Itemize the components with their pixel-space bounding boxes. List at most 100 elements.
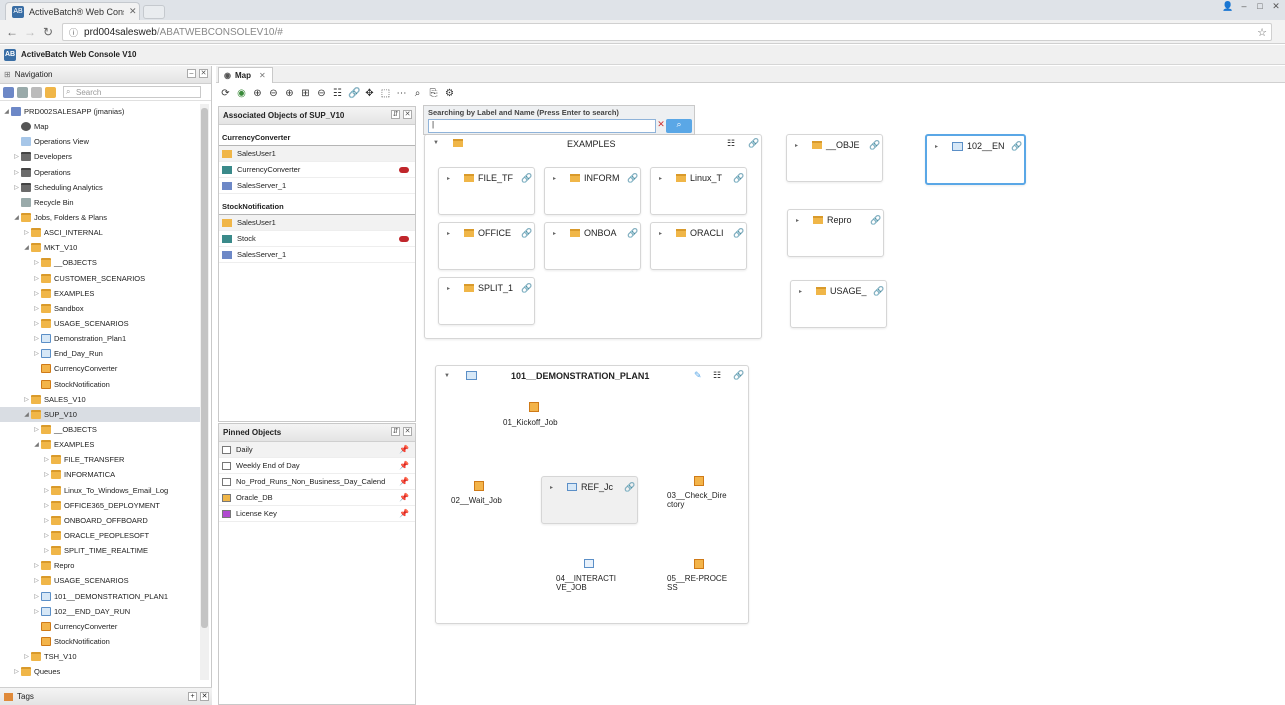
wait-job-label[interactable]: 02__Wait_Job <box>451 496 502 505</box>
refresh-icon[interactable]: ⟳ <box>220 88 231 99</box>
tags-close-icon[interactable]: ✕ <box>200 692 209 701</box>
tree-item[interactable]: ▷ End_Day_Run <box>0 346 200 361</box>
close-associated-icon[interactable]: ✕ <box>403 110 412 119</box>
check-directory-job-label[interactable]: 03__Check_Dire ctory <box>667 491 735 509</box>
tree-item[interactable]: ▷ FILE_TRANSFER <box>0 452 200 467</box>
tree-item[interactable]: StockNotification <box>0 377 200 392</box>
interactive-job-label[interactable]: 04__INTERACTI VE_JOB <box>556 574 626 592</box>
ref-job-box[interactable]: ▸ REF_Jc 🔗 <box>541 476 638 524</box>
address-input[interactable]: ⓘ prd004salesweb/ABATWEBCONSOLEV10/# ☆ <box>62 23 1272 41</box>
collapsed-arrow-icon[interactable]: ▷ <box>42 487 51 494</box>
link-icon[interactable]: 🔗 <box>624 482 635 493</box>
examples-child-folder-box[interactable]: ▸ Linux_T 🔗 <box>650 167 747 215</box>
tree-item[interactable]: CurrencyConverter <box>0 619 200 634</box>
collapsed-arrow-icon[interactable]: ▷ <box>32 259 41 266</box>
tree-item[interactable]: ▷ Developers <box>0 149 200 164</box>
tree-item[interactable]: ▷ USAGE_SCENARIOS <box>0 316 200 331</box>
expanded-arrow-icon[interactable]: ◢ <box>12 214 21 221</box>
collapsed-arrow-icon[interactable]: ▷ <box>32 562 41 569</box>
collapsed-arrow-icon[interactable]: ▷ <box>42 547 51 554</box>
associated-item[interactable]: CurrencyConverter <box>219 162 415 178</box>
copy-icon[interactable]: ⎘ <box>428 88 439 99</box>
layout-icon[interactable]: ☷ <box>727 138 735 149</box>
tree-item[interactable]: ▷ CUSTOMER_SCENARIOS <box>0 271 200 286</box>
zoom-in-icon[interactable]: ⊕ <box>284 88 295 99</box>
link-icon[interactable]: 🔗 <box>733 228 744 239</box>
collapsed-arrow-icon[interactable]: ▷ <box>32 305 41 312</box>
collapsed-arrow-icon[interactable]: ▷ <box>32 320 41 327</box>
pin-icon[interactable]: 📌 <box>399 461 409 470</box>
tree-item[interactable]: ▷ 101__DEMONSTRATION_PLAN1 <box>0 589 200 604</box>
expand-icon[interactable]: ▸ <box>447 175 450 182</box>
objects-folder-box[interactable]: ▸ __OBJE 🔗 <box>786 134 883 182</box>
collapsed-arrow-icon[interactable]: ▷ <box>32 290 41 297</box>
pin-icon[interactable]: 📌 <box>399 493 409 502</box>
tree-item[interactable]: ▷ Linux_To_Windows_Email_Log <box>0 483 200 498</box>
close-window-icon[interactable]: ✕ <box>1269 1 1283 13</box>
link-icon[interactable]: 🔗 <box>869 140 880 151</box>
add-icon[interactable]: ⊕ <box>252 88 263 99</box>
forward-icon[interactable]: → <box>24 25 36 39</box>
search-button[interactable]: ⌕ <box>666 119 692 133</box>
reprocess-job-icon[interactable] <box>694 559 704 569</box>
search-map-icon[interactable]: ⌕ <box>412 88 423 99</box>
pin-icon[interactable]: 📌 <box>399 445 409 454</box>
collapsed-arrow-icon[interactable]: ▷ <box>32 608 41 615</box>
pin-icon[interactable]: 📌 <box>399 509 409 518</box>
map-search-input[interactable]: | <box>428 119 656 133</box>
dock-icon[interactable]: ⇵ <box>391 427 400 436</box>
link-icon[interactable]: 🔗 <box>733 173 744 184</box>
minimize-panel-icon[interactable]: – <box>187 69 196 78</box>
collapsed-arrow-icon[interactable]: ▷ <box>32 335 41 342</box>
expand-icon[interactable]: ▸ <box>553 230 556 237</box>
close-panel-icon[interactable]: ✕ <box>199 69 208 78</box>
collapse-icon[interactable]: ▼ <box>444 373 450 379</box>
pinned-item[interactable]: Daily 📌 <box>219 442 415 458</box>
tree-item[interactable]: ▷ Operations <box>0 165 200 180</box>
reprocess-job-label[interactable]: 05__RE-PROCE SS <box>667 574 733 592</box>
select-icon[interactable]: ⬚ <box>380 88 391 99</box>
tree-item[interactable]: ▷ ORACLE_PEOPLESOFT <box>0 528 200 543</box>
link-icon[interactable]: 🔗 <box>521 283 532 294</box>
link-icon[interactable]: 🔗 <box>348 88 360 99</box>
link-icon[interactable]: 🔗 <box>870 215 881 226</box>
interactive-job-icon[interactable] <box>584 559 594 568</box>
zoom-out-icon[interactable]: ⊖ <box>316 88 327 99</box>
tree-item[interactable]: CurrencyConverter <box>0 361 200 376</box>
tree-item[interactable]: ▷ SALES_V10 <box>0 392 200 407</box>
back-icon[interactable]: ← <box>6 25 18 39</box>
expand-icon[interactable]: ▸ <box>447 285 450 292</box>
tree-item[interactable]: ◢ EXAMPLES <box>0 437 200 452</box>
reload-icon[interactable]: ↻ <box>43 25 53 39</box>
collapsed-arrow-icon[interactable]: ▷ <box>22 229 31 236</box>
pinned-item[interactable]: Oracle_DB 📌 <box>219 490 415 506</box>
settings-icon[interactable]: ⚙ <box>444 88 455 99</box>
clear-search-icon[interactable]: ✕ <box>656 119 666 133</box>
view-icon[interactable] <box>3 86 14 98</box>
link-icon[interactable]: 🔗 <box>1011 141 1022 152</box>
collapsed-arrow-icon[interactable]: ▷ <box>12 184 21 191</box>
associated-item[interactable]: SalesServer_1 <box>219 178 415 194</box>
link-icon[interactable]: 🔗 <box>627 173 638 184</box>
dependency-icon[interactable]: ⋯ <box>396 88 407 99</box>
tree-item[interactable]: Operations View <box>0 134 200 149</box>
tree-item[interactable]: ▷ ASCI_INTERNAL <box>0 225 200 240</box>
examples-child-folder-box[interactable]: ▸ SPLIT_1 🔗 <box>438 277 535 325</box>
tree-item[interactable]: ▷ __OBJECTS <box>0 255 200 270</box>
collapsed-arrow-icon[interactable]: ▷ <box>32 275 41 282</box>
collapsed-arrow-icon[interactable]: ▷ <box>42 517 51 524</box>
repro-folder-box[interactable]: ▸ Repro 🔗 <box>787 209 884 257</box>
collapsed-arrow-icon[interactable]: ▷ <box>32 577 41 584</box>
tree-item[interactable]: ▷ ONBOARD_OFFBOARD <box>0 513 200 528</box>
usage-folder-box[interactable]: ▸ USAGE_ 🔗 <box>790 280 887 328</box>
remove-icon[interactable]: ⊖ <box>268 88 279 99</box>
tree-item[interactable]: ▷ USAGE_SCENARIOS <box>0 573 200 588</box>
tree-item[interactable]: ▷ __OBJECTS <box>0 422 200 437</box>
collapsed-arrow-icon[interactable]: ▷ <box>32 350 41 357</box>
zoom-fit-icon[interactable]: ⊞ <box>300 88 311 99</box>
collapsed-arrow-icon[interactable]: ▷ <box>12 668 21 675</box>
collapsed-arrow-icon[interactable]: ▷ <box>42 471 51 478</box>
tree-item[interactable]: Recycle Bin <box>0 195 200 210</box>
tree-item[interactable]: ▷ Repro <box>0 558 200 573</box>
examples-child-folder-box[interactable]: ▸ INFORM 🔗 <box>544 167 641 215</box>
